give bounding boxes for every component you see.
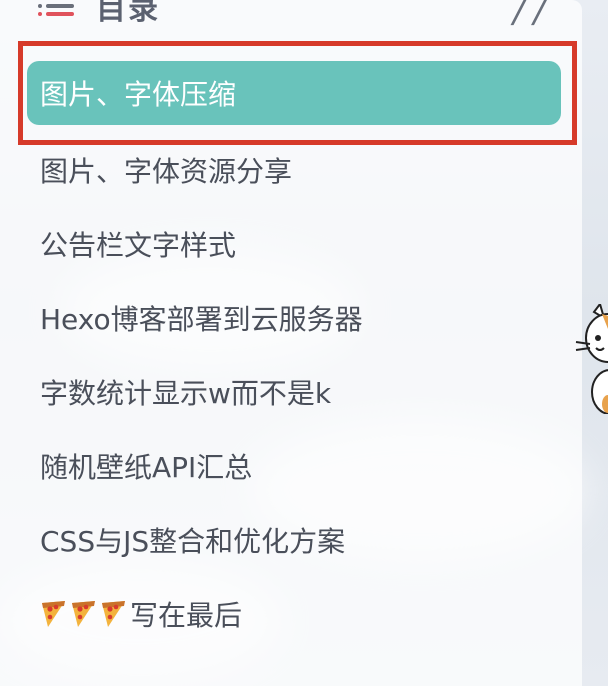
- toc-title: 目录: [96, 0, 160, 27]
- cat-mascot: [575, 304, 608, 414]
- toc-item-css-js-optimize[interactable]: CSS与JS整合和优化方案: [40, 520, 345, 560]
- list-icon: [38, 0, 78, 18]
- toc-item-label: CSS与JS整合和优化方案: [40, 525, 346, 558]
- toc-item-word-count[interactable]: 字数统计显示w而不是k: [40, 372, 331, 412]
- toc-item-label: 随机壁纸API汇总: [40, 451, 253, 484]
- toc-card: 目录 ╱╱ 图片、字体压缩 图片、字体资源分享 公告栏文字样式 Hexo博客部署…: [0, 0, 582, 686]
- corner-decoration-icon: ╱╱: [512, 0, 553, 26]
- toc-item-label: 公告栏文字样式: [40, 229, 237, 262]
- pizza-icon: [72, 601, 95, 627]
- toc-item-hexo-deploy[interactable]: Hexo博客部署到云服务器: [40, 298, 363, 338]
- toc-item-announcement-style[interactable]: 公告栏文字样式: [40, 224, 236, 264]
- toc-item-image-font-resources[interactable]: 图片、字体资源分享: [40, 150, 292, 190]
- pizza-icon: [42, 601, 65, 627]
- highlight-annotation: [18, 41, 577, 145]
- toc-item-final-words[interactable]: 写在最后: [40, 594, 242, 634]
- toc-item-label: Hexo博客部署到云服务器: [40, 303, 363, 336]
- toc-item-label: 字数统计显示w而不是k: [40, 377, 332, 410]
- toc-header: 目录: [38, 0, 160, 27]
- toc-item-label: 图片、字体资源分享: [40, 155, 293, 188]
- toc-item-label: 写在最后: [130, 599, 243, 632]
- pizza-icon: [102, 601, 125, 627]
- toc-item-wallpaper-api[interactable]: 随机壁纸API汇总: [40, 446, 252, 486]
